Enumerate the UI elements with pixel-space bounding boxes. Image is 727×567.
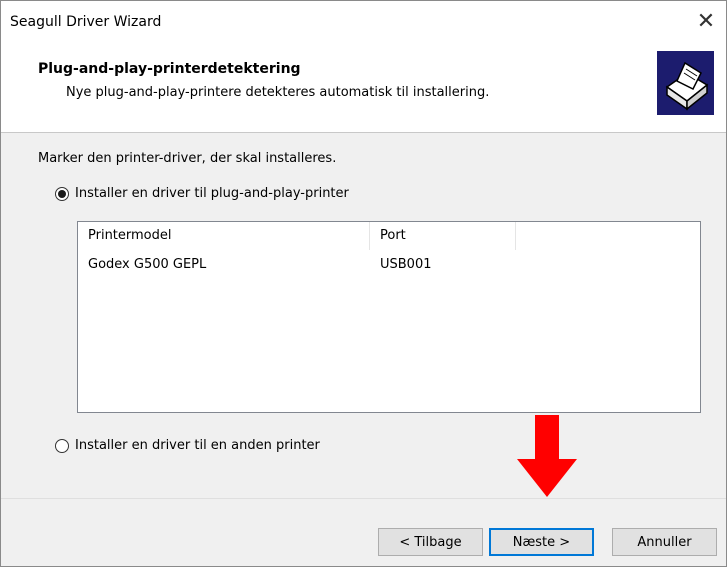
row-port: USB001 <box>380 257 432 272</box>
radio-other-option[interactable]: Installer en driver til en anden printer <box>55 438 320 453</box>
back-button[interactable]: < Tilbage <box>378 528 483 556</box>
radio-pnp-button[interactable] <box>55 186 69 201</box>
printer-icon <box>657 51 714 115</box>
title-bar: Seagull Driver Wizard ✕ <box>1 1 726 47</box>
window-title: Seagull Driver Wizard <box>10 14 162 30</box>
page-title: Plug-and-play-printerdetektering <box>38 61 301 77</box>
column-header-port[interactable]: Port <box>370 222 516 250</box>
wizard-header: Plug-and-play-printerdetektering Nye plu… <box>1 47 726 133</box>
instruction-text: Marker den printer-driver, der skal inst… <box>38 151 337 166</box>
next-button[interactable]: Næste > <box>489 528 594 556</box>
arrow-down-graphic <box>517 415 577 497</box>
row-printermodel: Godex G500 GEPL <box>88 257 207 272</box>
radio-pnp-label: Installer en driver til plug-and-play-pr… <box>75 186 349 201</box>
cancel-button[interactable]: Annuller <box>612 528 717 556</box>
wizard-footer: < Tilbage Næste > Annuller <box>1 498 726 566</box>
radio-other-label: Installer en driver til en anden printer <box>75 438 320 453</box>
printer-list[interactable]: Printermodel Port Godex G500 GEPL USB001 <box>77 221 701 413</box>
radio-pnp-option[interactable]: Installer en driver til plug-and-play-pr… <box>55 186 349 201</box>
printer-icon-graphic <box>657 51 714 115</box>
page-subtitle: Nye plug-and-play-printere detekteres au… <box>66 85 490 100</box>
list-header: Printermodel Port <box>78 222 700 250</box>
table-row[interactable]: Godex G500 GEPL USB001 <box>78 254 700 276</box>
column-header-printermodel[interactable]: Printermodel <box>78 222 370 250</box>
wizard-window: Seagull Driver Wizard ✕ Plug-and-play-pr… <box>0 0 727 567</box>
arrow-down-icon <box>515 415 579 503</box>
close-icon: ✕ <box>696 8 716 34</box>
radio-other-button[interactable] <box>55 438 69 453</box>
wizard-body: Marker den printer-driver, der skal inst… <box>1 133 726 498</box>
close-button[interactable]: ✕ <box>686 1 726 41</box>
